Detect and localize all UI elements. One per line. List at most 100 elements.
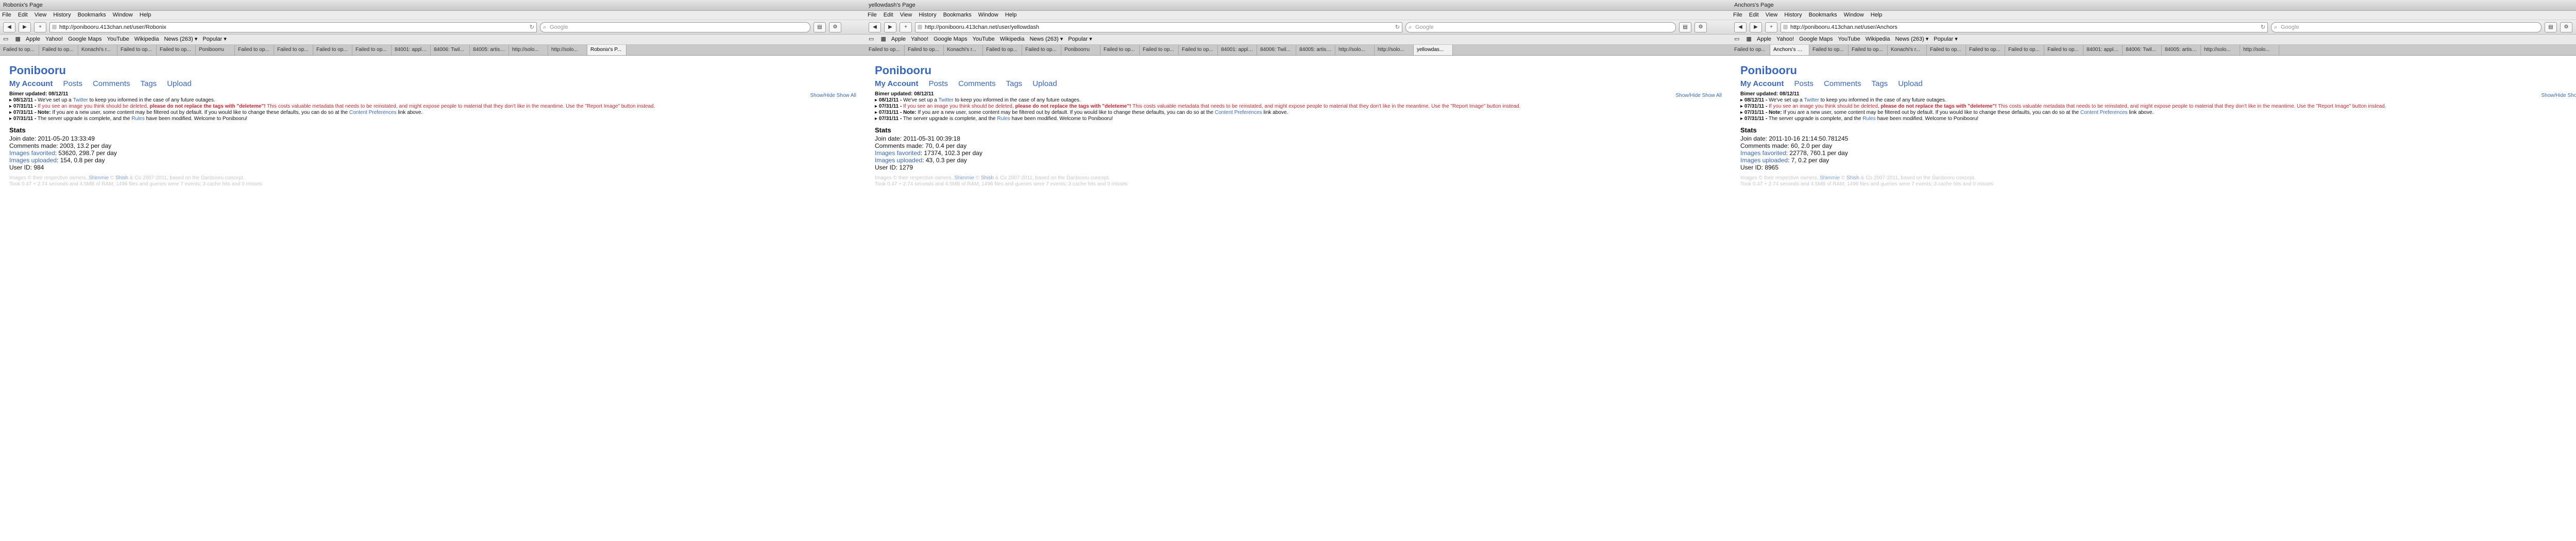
menu-item[interactable]: Help [1005,12,1017,18]
content-preferences-link[interactable]: Content Preferences [2080,110,2128,115]
forward-icon[interactable]: ▶ [884,22,896,32]
reload-icon[interactable]: ↻ [1395,23,1400,32]
site-title[interactable]: Ponibooru [1740,64,2576,77]
menu-item[interactable]: Edit [18,12,28,18]
menu-item[interactable]: Bookmarks [78,12,106,18]
site-nav-1[interactable]: Posts [928,79,948,88]
address-bar[interactable]: http://ponibooru.413chan.net/user/Anchor… [1781,22,2268,32]
browser-tab[interactable]: yellowdas... [1414,45,1453,55]
browser-tab[interactable]: 84006: Twil... [1257,45,1296,55]
bookmark-item[interactable]: Popular ▾ [1934,36,1958,42]
search-input[interactable]: ⌕ Google [1405,22,1676,32]
browser-tab[interactable]: http://solo... [1375,45,1414,55]
bookmark-item[interactable]: YouTube [1838,36,1860,42]
menu-item[interactable]: View [900,12,912,18]
show-hide-link[interactable]: Show/Hide Show All [810,93,857,98]
grid-icon[interactable]: ▦ [15,36,20,42]
browser-tab[interactable]: 84005: artist... [470,45,509,55]
bookmark-item[interactable]: Popular ▾ [1068,36,1092,42]
menu-item[interactable]: Window [978,12,998,18]
browser-tab[interactable]: 84005: artist... [1296,45,1335,55]
browser-tab[interactable]: Poniboorru [1061,45,1100,55]
site-nav-2[interactable]: Comments [958,79,996,88]
bookmark-item[interactable]: Popular ▾ [202,36,227,42]
bookmark-item[interactable]: Wikipedia [134,36,159,42]
menu-item[interactable]: Window [1844,12,1864,18]
browser-tab[interactable]: Failed to op... [1179,45,1218,55]
bookmark-item[interactable]: Google Maps [1799,36,1833,42]
show-hide-link[interactable]: Show/Hide Show All [2541,93,2576,98]
bookmark-item[interactable]: YouTube [973,36,995,42]
back-icon[interactable]: ◀ [3,22,15,32]
menu-item[interactable]: File [2,12,11,18]
browser-tab[interactable]: http://solo... [2240,45,2279,55]
rules-link[interactable]: Rules [131,116,145,122]
browser-tab[interactable]: Failed to op... [274,45,313,55]
images-uploaded-link[interactable]: Images uploaded [1740,157,1788,164]
site-nav-0[interactable]: My Account [9,79,53,88]
book-icon[interactable]: ▭ [869,36,874,42]
settings-gear-icon[interactable]: ⚙ [2560,22,2572,32]
twitter-link[interactable]: Twitter [1804,97,1819,103]
rules-link[interactable]: Rules [1862,116,1876,122]
images-uploaded-link[interactable]: Images uploaded [875,157,922,164]
browser-tab[interactable]: Konachi's r... [944,45,983,55]
grid-icon[interactable]: ▦ [880,36,886,42]
menu-item[interactable]: Bookmarks [943,12,972,18]
menu-item[interactable]: History [919,12,936,18]
site-nav-2[interactable]: Comments [93,79,130,88]
browser-tab[interactable]: Failed to op... [1731,45,1770,55]
content-preferences-link[interactable]: Content Preferences [1215,110,1262,115]
browser-tab[interactable]: Failed to op... [983,45,1022,55]
site-nav-4[interactable]: Upload [167,79,192,88]
browser-tab[interactable]: 84006: Twil... [431,45,470,55]
reload-icon[interactable]: ↻ [530,23,534,32]
site-nav-2[interactable]: Comments [1824,79,1861,88]
site-nav-1[interactable]: Posts [1794,79,1814,88]
browser-tab[interactable]: 84001: apple... [392,45,431,55]
bookmark-item[interactable]: Apple [1757,36,1771,42]
browser-tab[interactable]: http://solo... [1335,45,1375,55]
bookmark-item[interactable]: Google Maps [68,36,101,42]
settings-gear-icon[interactable]: ⚙ [1694,22,1707,32]
browser-tab[interactable]: 84006: Twil... [2123,45,2162,55]
bookmark-item[interactable]: News (263) ▾ [1895,36,1928,42]
site-nav-4[interactable]: Upload [1898,79,1923,88]
menu-item[interactable]: Help [1871,12,1883,18]
browser-tab[interactable]: http://solo... [2201,45,2240,55]
bookmark-item[interactable]: Apple [26,36,40,42]
site-nav-3[interactable]: Tags [141,79,157,88]
bookmark-item[interactable]: Apple [891,36,906,42]
search-input[interactable]: ⌕ Google [540,22,810,32]
book-icon[interactable]: ▭ [3,36,8,42]
browser-tab[interactable]: Failed to op... [1849,45,1888,55]
grid-icon[interactable]: ▦ [1746,36,1751,42]
book-icon[interactable]: ▭ [1734,36,1739,42]
menu-item[interactable]: File [1733,12,1742,18]
browser-tab[interactable]: Konachi's r... [1888,45,1927,55]
page-menu-icon[interactable]: ▤ [814,22,826,32]
add-icon[interactable]: + [34,22,46,32]
reload-icon[interactable]: ↻ [2261,23,2265,32]
browser-tab[interactable]: Failed to op... [866,45,905,55]
menu-item[interactable]: View [1766,12,1778,18]
menu-item[interactable]: Edit [884,12,893,18]
browser-tab[interactable]: Failed to op... [117,45,157,55]
search-input[interactable]: ⌕ Google [2271,22,2541,32]
menu-item[interactable]: Help [140,12,151,18]
bookmark-item[interactable]: News (263) ▾ [164,36,197,42]
page-menu-icon[interactable]: ▤ [1679,22,1691,32]
site-nav-1[interactable]: Posts [63,79,82,88]
site-nav-3[interactable]: Tags [1872,79,1888,88]
browser-tab[interactable]: Failed to op... [157,45,196,55]
browser-tab[interactable]: Failed to op... [1140,45,1179,55]
menu-item[interactable]: Window [113,12,133,18]
settings-gear-icon[interactable]: ⚙ [829,22,841,32]
shish-link[interactable]: Shish [115,175,128,181]
shimmie-link[interactable]: Shimmie [1820,175,1840,181]
browser-tab[interactable]: Failed to op... [1100,45,1140,55]
browser-tab[interactable]: 84001: apple... [2083,45,2123,55]
site-nav-0[interactable]: My Account [875,79,918,88]
browser-tab[interactable]: Failed to op... [1966,45,2005,55]
forward-icon[interactable]: ▶ [1750,22,1762,32]
